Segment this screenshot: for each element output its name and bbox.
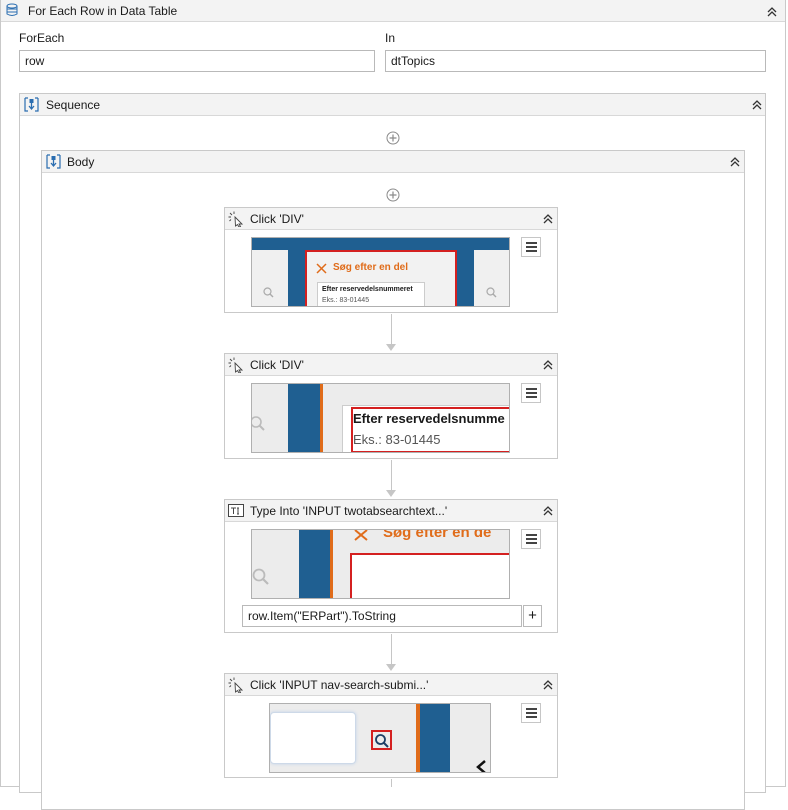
in-datatable-value: dtTopics	[391, 54, 436, 68]
activity-title: Click 'INPUT nav-search-submi...'	[250, 678, 429, 692]
activity-title: Type Into 'INPUT twotabsearchtext...'	[250, 504, 448, 518]
highlight-box	[371, 730, 392, 750]
search-icon	[486, 287, 497, 301]
text-expression-input[interactable]: row.Item("ERPart").ToString	[242, 605, 522, 627]
click-activity-header[interactable]: Click 'DIV'	[225, 208, 557, 230]
connector-arrow	[386, 664, 396, 671]
click-activity-card[interactable]: Click 'INPUT nav-search-submi...'	[224, 673, 558, 778]
highlight-box: Søg efter en del Efter reservedelsnummer…	[305, 250, 457, 306]
type-into-activity-header[interactable]: Type Into 'INPUT twotabsearchtext...'	[225, 500, 557, 522]
click-icon	[228, 677, 244, 694]
connector	[391, 779, 392, 787]
collapse-chevron-icon[interactable]	[728, 155, 742, 169]
collapse-chevron-icon[interactable]	[765, 5, 779, 19]
wrench-icon	[316, 263, 327, 277]
foreach-variable-field[interactable]: row	[19, 50, 375, 72]
connector-arrow	[386, 344, 396, 351]
add-expression-label: +	[528, 607, 537, 624]
connector-arrow	[386, 490, 396, 497]
click-icon	[228, 211, 244, 228]
for-each-row-header[interactable]: For Each Row in Data Table	[1, 0, 785, 22]
menu-icon[interactable]	[521, 529, 541, 549]
click-icon	[228, 357, 244, 374]
target-screenshot[interactable]: Efter reservedelsnumme Eks.: 83-01445	[251, 383, 510, 453]
body-title: Body	[67, 155, 95, 169]
sequence-icon	[46, 154, 61, 169]
click-activity-card[interactable]: Click 'DIV' Søg efter en del Efter reser…	[224, 207, 558, 313]
menu-icon[interactable]	[521, 237, 541, 257]
thumb-heading: Søg efter en de	[383, 529, 492, 541]
wrench-icon	[353, 530, 369, 545]
highlight-box: Efter reservedelsnumme Eks.: 83-01445	[351, 407, 509, 452]
in-datatable-field[interactable]: dtTopics	[385, 50, 766, 72]
foreach-label: ForEach	[19, 31, 65, 45]
add-activity-icon[interactable]	[386, 188, 400, 202]
text-expression-value: row.Item("ERPart").ToString	[248, 609, 396, 623]
sequence-header[interactable]: Sequence	[20, 94, 765, 116]
collapse-chevron-icon[interactable]	[541, 678, 555, 692]
activity-title: Click 'DIV'	[250, 358, 304, 372]
search-icon	[374, 733, 390, 752]
connector	[391, 314, 392, 344]
connector	[391, 460, 392, 490]
collapse-chevron-icon[interactable]	[541, 504, 555, 518]
search-icon	[252, 416, 266, 435]
thumb-field-hint: Eks.: 83-01445	[353, 432, 441, 447]
for-each-row-title: For Each Row in Data Table	[28, 4, 178, 18]
thumb-field-label: Efter reservedelsnumme	[353, 411, 505, 426]
collapse-chevron-icon[interactable]	[541, 212, 555, 226]
type-into-icon	[228, 503, 244, 518]
add-activity-icon[interactable]	[386, 131, 400, 145]
click-activity-header[interactable]: Click 'INPUT nav-search-submi...'	[225, 674, 557, 696]
thumb-field-label: Efter reservedelsnummeret	[322, 286, 413, 293]
sequence-icon	[24, 97, 39, 112]
target-screenshot[interactable]: Søg efter en del Efter reservedelsnummer…	[251, 237, 510, 307]
click-activity-header[interactable]: Click 'DIV'	[225, 354, 557, 376]
sequence-title: Sequence	[46, 98, 101, 112]
target-screenshot[interactable]: Søg efter en de	[251, 529, 510, 599]
target-screenshot[interactable]	[269, 703, 491, 773]
menu-icon[interactable]	[521, 703, 541, 723]
thumb-field-hint: Eks.: 83-01445	[322, 297, 370, 304]
foreach-variable-value: row	[25, 54, 45, 68]
in-label: In	[385, 31, 396, 45]
collapse-chevron-icon[interactable]	[541, 358, 555, 372]
collapse-chevron-icon[interactable]	[750, 98, 764, 112]
thumb-heading: Søg efter en del	[333, 262, 409, 273]
chevron-left-icon	[475, 759, 487, 772]
datatable-icon	[5, 3, 19, 17]
menu-icon[interactable]	[521, 383, 541, 403]
body-header[interactable]: Body	[42, 151, 744, 173]
highlight-box	[350, 553, 509, 598]
click-activity-card[interactable]: Click 'DIV' Efter reservedelsnumme Eks.:…	[224, 353, 558, 459]
search-icon	[263, 287, 274, 301]
search-icon	[252, 568, 270, 589]
add-expression-button[interactable]: +	[523, 605, 542, 627]
activity-title: Click 'DIV'	[250, 212, 304, 226]
type-into-activity-card[interactable]: Type Into 'INPUT twotabsearchtext...' Sø…	[224, 499, 558, 633]
connector	[391, 634, 392, 664]
